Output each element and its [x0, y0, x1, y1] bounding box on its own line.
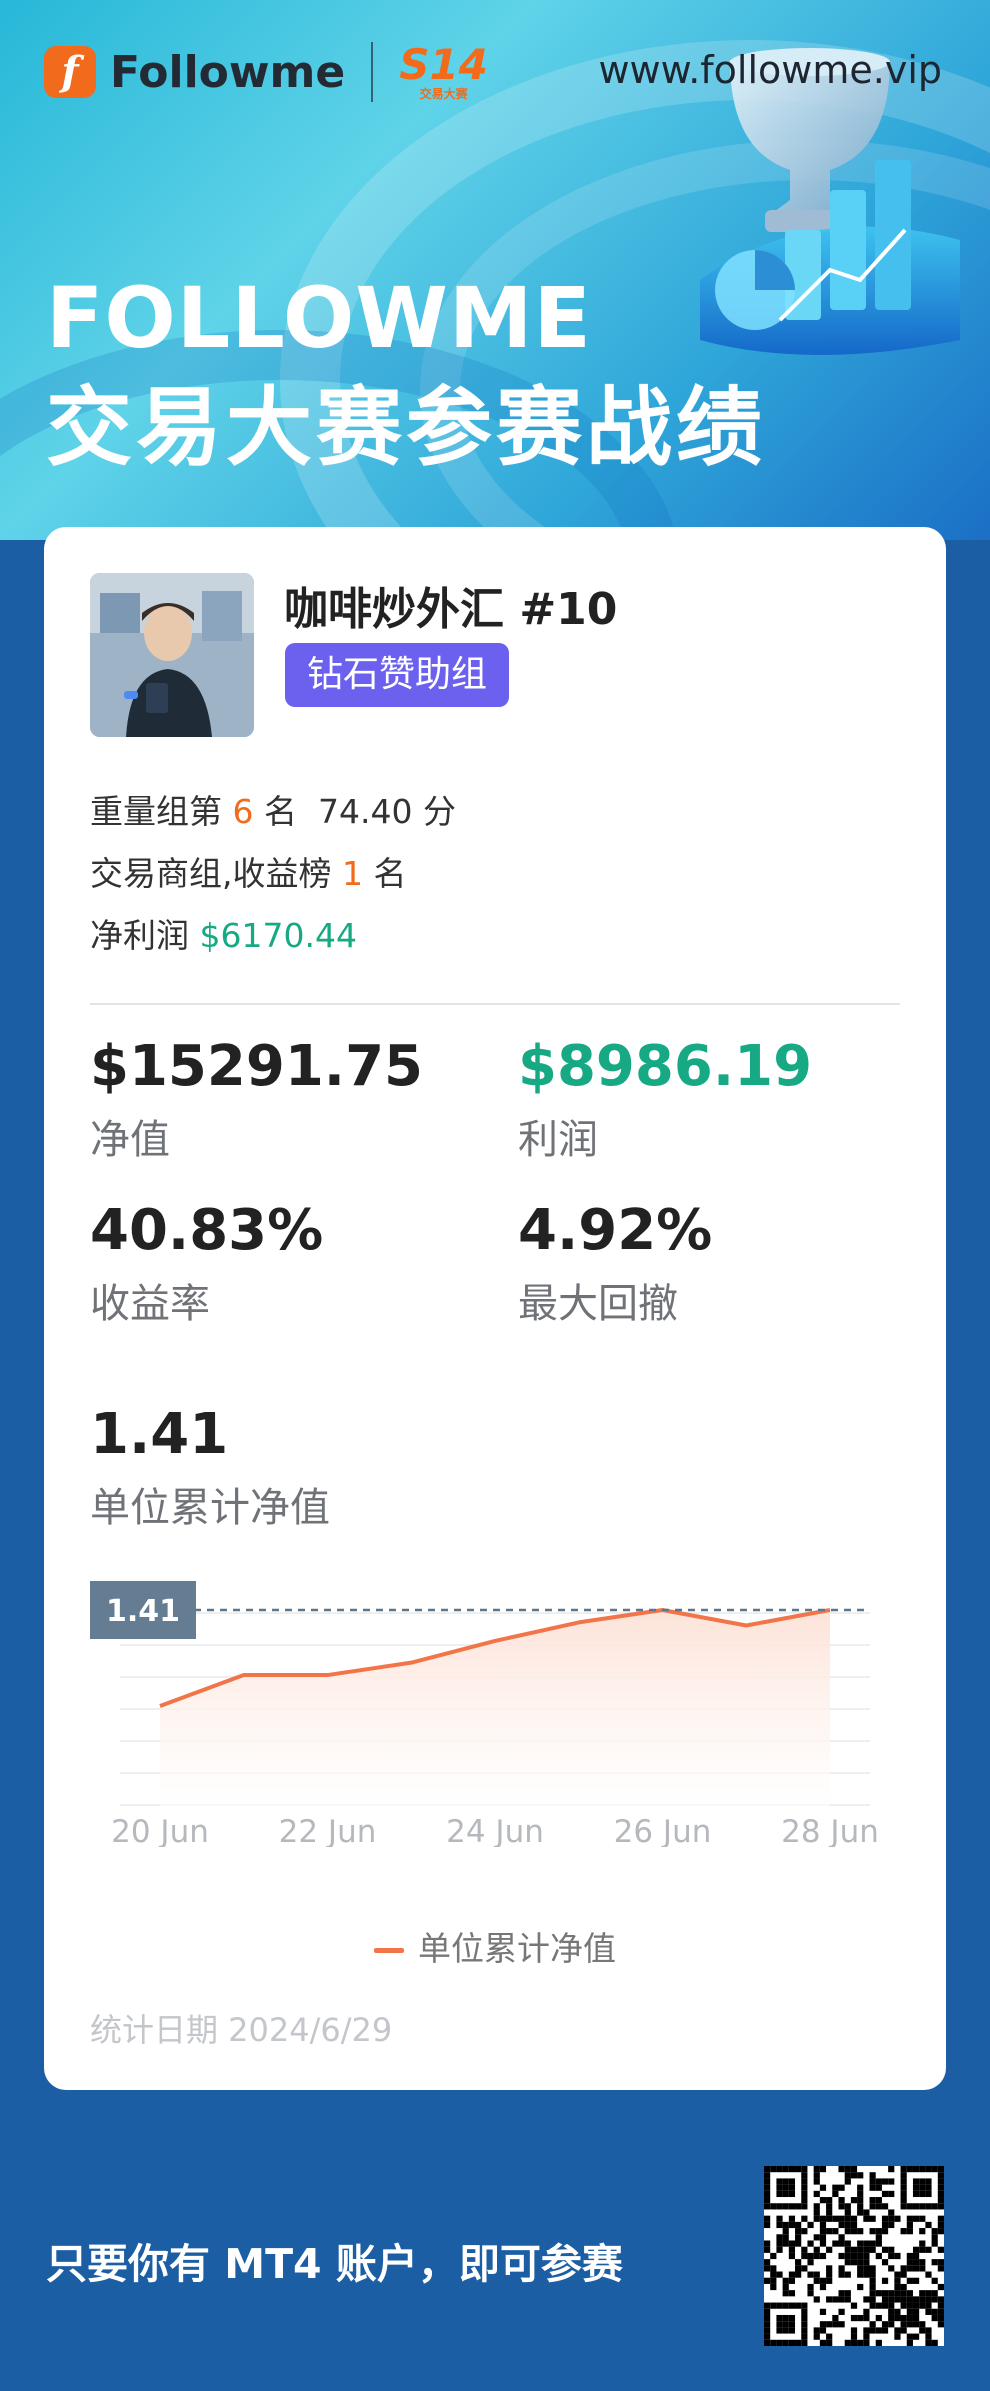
brand-name: Followme	[110, 46, 346, 98]
profit-label: 利润	[518, 1117, 598, 1163]
x-tick-label: 22 Jun	[279, 1814, 377, 1847]
site-url-link[interactable]: www.followme.vip	[598, 48, 942, 92]
equity-value: $15291.75	[90, 1034, 423, 1099]
rank-label: 交易商组,收益榜	[90, 854, 332, 893]
followme-logo: f Followme S14 交易大赛	[44, 42, 488, 102]
profit-stat: $8986.19 利润	[518, 1039, 812, 1165]
net-profit-line: 净利润 $6170.44	[90, 909, 357, 957]
x-tick-label: 26 Jun	[614, 1814, 712, 1847]
qr-code[interactable]	[764, 2166, 944, 2346]
rank-suffix: 名	[373, 854, 407, 893]
avatar	[90, 573, 254, 737]
return-value: 40.83%	[90, 1198, 324, 1263]
nav-stat: 1.41 单位累计净值	[90, 1407, 330, 1533]
profit-value: $8986.19	[518, 1034, 813, 1099]
nav-chart: 1.41 20 Jun 22 Jun 24 Jun 26 Jun 28 Jun	[90, 1581, 879, 1847]
hero-banner: f Followme S14 交易大赛 www.followme.vip FOL…	[0, 0, 990, 540]
drawdown-stat: 4.92% 最大回撤	[518, 1203, 712, 1329]
group-badge: 钻石赞助组	[285, 643, 510, 707]
s14-mark: S14	[399, 40, 488, 89]
x-tick-label: 24 Jun	[446, 1814, 544, 1847]
s14-sub: 交易大赛	[419, 87, 468, 101]
followme-logo-icon: f	[44, 46, 96, 98]
rank-number: 6	[232, 792, 254, 831]
title-line-2: 交易大赛参赛战绩	[46, 377, 766, 478]
score-value: 74.40 分	[317, 792, 456, 831]
drawdown-value: 4.92%	[518, 1198, 713, 1263]
title-line-1: FOLLOWME	[46, 269, 592, 367]
footer-slogan: 只要你有 MT4 账户，即可参赛	[46, 2240, 623, 2288]
return-label: 收益率	[90, 1281, 210, 1327]
divider	[90, 1003, 900, 1005]
s14-logo: S14 交易大赛	[399, 40, 488, 101]
x-tick-label: 20 Jun	[111, 1814, 209, 1847]
nav-label: 单位累计净值	[90, 1485, 330, 1531]
equity-label: 净值	[90, 1117, 170, 1163]
rank-line-weight-group: 重量组第 6 名 74.40 分	[90, 785, 456, 833]
legend-swatch	[374, 1948, 404, 1953]
profile-name: 咖啡炒外汇 #10	[284, 584, 618, 635]
current-value-label: 1.41	[106, 1594, 180, 1629]
net-profit-label: 净利润	[90, 916, 189, 955]
logo-divider	[371, 42, 374, 102]
x-tick-label: 28 Jun	[781, 1814, 879, 1847]
page-title: FOLLOWME 交易大赛参赛战绩	[46, 268, 766, 480]
rank-number: 1	[342, 854, 363, 893]
legend-label: 单位累计净值	[418, 1929, 616, 1968]
statistics-date: 统计日期 2024/6/29	[90, 2011, 393, 2049]
rank-line-broker-group: 交易商组,收益榜 1 名	[90, 847, 407, 895]
rank-label: 重量组第	[90, 792, 222, 831]
equity-stat: $15291.75 净值	[90, 1039, 423, 1165]
result-card: 咖啡炒外汇 #10 钻石赞助组 重量组第 6 名 74.40 分 交易商组,收益…	[44, 527, 946, 2090]
nav-value: 1.41	[90, 1402, 229, 1467]
rank-suffix: 名	[264, 792, 297, 831]
chart-legend: 单位累计净值	[44, 1922, 946, 1970]
net-profit-value: $6170.44	[199, 916, 357, 955]
drawdown-label: 最大回撤	[518, 1281, 678, 1327]
return-stat: 40.83% 收益率	[90, 1203, 323, 1329]
